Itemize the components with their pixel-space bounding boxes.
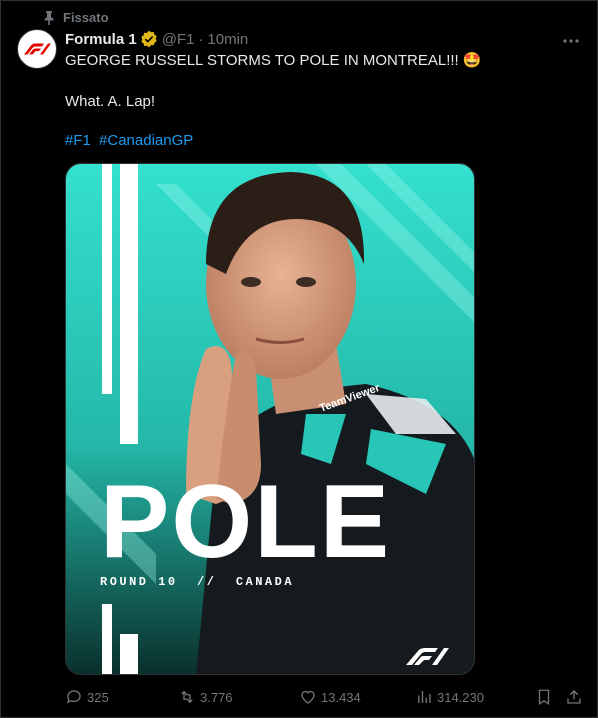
pinned-post[interactable]: Fissato Formula 1 @F1 · 10min GEORGE RUS… <box>0 0 598 718</box>
white-bar-2 <box>120 164 138 444</box>
post-header: Formula 1 @F1 · 10min <box>65 30 248 48</box>
post-image[interactable]: TeamViewer POLE ROUND 10 // CANADA <box>65 163 475 675</box>
share-icon <box>567 690 581 704</box>
share-button[interactable] <box>565 688 583 706</box>
author-handle[interactable]: @F1 <box>162 31 195 48</box>
pole-graphic: TeamViewer POLE ROUND 10 // CANADA <box>66 164 474 674</box>
white-bar-3 <box>102 604 112 674</box>
pin-icon <box>44 10 54 25</box>
bookmark-button[interactable] <box>535 688 553 706</box>
author-name[interactable]: Formula 1 <box>65 31 137 48</box>
repost-button[interactable]: 3.776 <box>178 688 233 706</box>
more-button[interactable] <box>561 31 581 51</box>
reply-button[interactable]: 325 <box>65 688 109 706</box>
hashtag-canadiangp[interactable]: #CanadianGP <box>99 132 193 149</box>
avatar[interactable] <box>17 29 57 69</box>
hashtag-f1[interactable]: #F1 <box>65 132 91 149</box>
reply-count: 325 <box>87 689 109 705</box>
like-count: 13.434 <box>321 689 361 705</box>
post-text-line2: What. A. Lap! <box>65 93 156 110</box>
repost-icon <box>181 690 193 704</box>
reply-icon <box>66 690 81 704</box>
verified-icon[interactable] <box>140 30 158 48</box>
star-struck-emoji: 🤩 <box>462 52 482 69</box>
pinned-indicator: Fissato <box>43 10 109 25</box>
post-text-line1: GEORGE RUSSELL STORMS TO POLE IN MONTREA… <box>65 51 575 71</box>
f1-logo-icon <box>24 43 51 55</box>
hashtags: #F1 #CanadianGP <box>65 131 575 151</box>
pinned-label: Fissato <box>63 10 109 25</box>
like-icon <box>301 690 315 704</box>
separator: · <box>198 30 204 48</box>
pole-headline: POLE <box>100 464 391 580</box>
more-icon <box>563 39 579 43</box>
white-bar-4 <box>120 634 138 674</box>
post-headline: GEORGE RUSSELL STORMS TO POLE IN MONTREA… <box>65 52 459 69</box>
action-bar: 325 3.776 13.434 314.230 <box>65 685 585 709</box>
bookmark-icon <box>538 689 550 706</box>
post-time[interactable]: 10min <box>207 31 248 48</box>
views-button[interactable]: 314.230 <box>415 688 484 706</box>
views-count: 314.230 <box>437 689 484 705</box>
white-bar-1 <box>102 164 112 394</box>
repost-count: 3.776 <box>200 689 233 705</box>
views-icon <box>418 691 431 703</box>
like-button[interactable]: 13.434 <box>299 688 361 706</box>
round-subtitle: ROUND 10 // CANADA <box>100 575 294 589</box>
